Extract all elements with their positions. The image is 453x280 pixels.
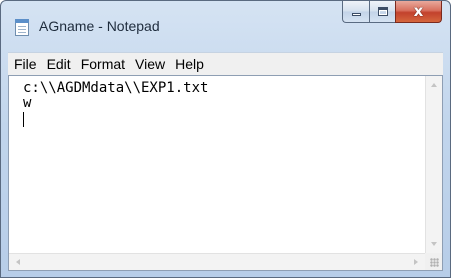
editor-line: c:\\AGDMdata\\EXP1.txt — [23, 80, 209, 96]
close-button[interactable]: x — [395, 1, 442, 23]
minimize-icon — [352, 13, 361, 16]
text-caret — [23, 112, 24, 127]
menu-file[interactable]: File — [8, 53, 42, 73]
text-editor[interactable]: c:\\AGDMdata\\EXP1.txt w — [8, 75, 443, 271]
menu-format[interactable]: Format — [76, 53, 130, 73]
menu-bar: File Edit Format View Help — [8, 52, 443, 75]
notepad-icon[interactable] — [15, 19, 29, 36]
caption-buttons: x — [342, 1, 442, 25]
menu-help[interactable]: Help — [170, 53, 209, 73]
editor-text[interactable]: c:\\AGDMdata\\EXP1.txt w — [23, 81, 420, 111]
horizontal-scrollbar[interactable] — [9, 253, 425, 270]
vertical-scrollbar[interactable] — [425, 76, 442, 253]
minimize-button[interactable] — [342, 1, 369, 23]
close-icon: x — [413, 2, 424, 20]
maximize-button[interactable] — [369, 1, 395, 23]
menu-view[interactable]: View — [130, 53, 170, 73]
title-bar[interactable]: AGname - Notepad x — [1, 1, 450, 45]
scroll-down-icon[interactable] — [431, 242, 437, 246]
scroll-left-icon[interactable] — [16, 259, 20, 265]
size-grip-icon[interactable] — [425, 253, 442, 270]
window-title: AGname - Notepad — [39, 18, 160, 34]
scroll-right-icon[interactable] — [414, 259, 418, 265]
scroll-up-icon[interactable] — [431, 83, 437, 87]
editor-line: w — [23, 95, 32, 111]
menu-edit[interactable]: Edit — [42, 53, 76, 73]
maximize-icon — [378, 7, 388, 16]
notepad-window: AGname - Notepad x File Edit Format View Hel… — [0, 0, 451, 278]
